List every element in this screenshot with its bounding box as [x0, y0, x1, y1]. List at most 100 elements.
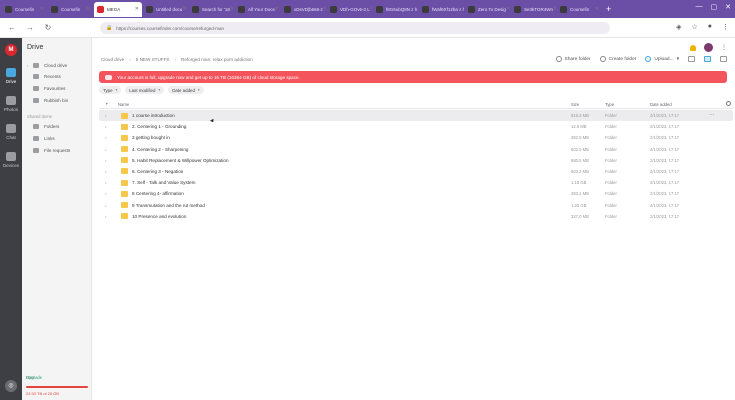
table-row[interactable]: • 8 Centering 4- affirmation 383.1 MB Folde… [99, 188, 733, 199]
sidebar-item-rubbish-bin[interactable]: Rubbish bin [27, 98, 68, 103]
close-tab-icon[interactable]: ✕ [506, 6, 510, 12]
drag-handle-icon[interactable]: • [105, 135, 106, 140]
new-tab-icon[interactable]: + [606, 4, 611, 14]
rail-item-chat[interactable]: Chat [0, 124, 22, 140]
file-name[interactable]: 4. Centering 2 - Sharpening [132, 147, 188, 152]
browser-tab[interactable]: Coursefin ✕ [48, 2, 93, 17]
table-row[interactable]: • 1 course introduction 918.3 MB Folder 2/1/… [99, 110, 733, 122]
file-name[interactable]: 10 Presence and evolution [132, 214, 186, 219]
table-row[interactable]: • 4. Centering 2 - Sharpening 502.5 MB Fold… [99, 144, 733, 155]
column-size[interactable]: Size [571, 102, 579, 107]
table-row[interactable]: • 7. Self - Talk and Value System 1.15 GB F… [99, 177, 733, 188]
chevron-right-icon[interactable]: › [27, 63, 31, 68]
list-view-icon[interactable] [704, 56, 711, 62]
bookmark-icon[interactable]: ☆ [691, 23, 697, 31]
table-row[interactable]: • 10 Presence and evolution 327.0 MB Folder… [99, 211, 733, 222]
close-tab-icon[interactable]: ✕ [40, 6, 44, 12]
browser-tab[interactable]: Coursefin ✕ [557, 2, 602, 17]
close-tab-icon[interactable]: ✕ [323, 6, 326, 12]
filter-type[interactable]: Type ▾ [99, 86, 122, 94]
upload-button[interactable]: Upload... ▾ [645, 56, 679, 62]
drag-handle-icon[interactable]: • [105, 180, 106, 185]
browser-tab[interactable]: Se3kTGR4Wn ✕ [511, 2, 556, 17]
gear-icon[interactable] [726, 101, 731, 106]
table-row[interactable]: • 2. Centering 1 - Grounding 12.9 MB Folder… [99, 121, 733, 132]
forward-icon[interactable]: → [24, 23, 36, 32]
close-window-icon[interactable]: ✕ [725, 3, 731, 11]
browser-tab[interactable]: xDsVD|b666-z ✕ [281, 2, 326, 17]
sidebar-item-recents[interactable]: Recents [27, 74, 61, 79]
browser-tab[interactable]: All Your Docs ✕ [235, 2, 280, 17]
table-row[interactable]: • 5. Habit Replacement & Willpower Optimi… [99, 155, 733, 166]
browser-tab[interactable]: fWaf6Xf12ba z h ✕ [419, 2, 464, 17]
minimize-icon[interactable]: — [696, 3, 703, 11]
browser-tab[interactable]: Untitled docu ✕ [143, 2, 188, 17]
breadcrumb-item[interactable]: Reforged man: relax porn addiction [181, 57, 253, 62]
close-tab-icon[interactable]: ✕ [553, 6, 556, 12]
close-tab-icon[interactable]: ✕ [230, 6, 234, 12]
drag-handle-icon[interactable]: • [105, 203, 106, 208]
browser-tab[interactable]: Coursefin ✕ [2, 2, 47, 17]
column-date-added[interactable]: Date added [650, 102, 672, 107]
browser-tab[interactable]: f8G6ubQ8N z h✕ [373, 2, 418, 17]
browser-menu-icon[interactable]: ⋮ [722, 23, 729, 31]
address-bar[interactable]: 🔒 https://courses.coursefinder.com/cours… [100, 22, 610, 34]
more-menu-icon[interactable]: ⋮ [721, 44, 727, 51]
close-tab-icon[interactable]: ✕ [275, 6, 279, 12]
drag-handle-icon[interactable]: • [105, 113, 106, 118]
file-name[interactable]: 6. Centering 3 - Negation [132, 169, 183, 174]
sidebar-item-folders[interactable]: Folders [27, 124, 59, 129]
browser-tab[interactable]: Zero To Desig ✕ [465, 2, 510, 17]
table-row[interactable]: • 6. Centering 3 - Negation 503.2 MB Folder… [99, 166, 733, 177]
drag-handle-icon[interactable]: • [105, 214, 106, 219]
drag-handle-icon[interactable]: • [105, 169, 106, 174]
rail-item-drive[interactable]: Drive [0, 68, 22, 84]
file-name[interactable]: 3 getting bought in [132, 135, 170, 140]
sidebar-item-links[interactable]: Links [27, 136, 55, 141]
upgrade-link[interactable]: Upgrade [26, 375, 42, 380]
table-row[interactable]: • 3 getting bought in 382.5 MB Folder 2/1/20… [99, 132, 733, 143]
close-tab-icon[interactable]: ✕ [595, 6, 599, 12]
grid-view-icon[interactable] [720, 56, 727, 62]
notification-bell-icon[interactable] [690, 44, 696, 51]
mega-logo-icon[interactable]: M [5, 44, 17, 56]
row-more-icon[interactable]: ··· [709, 112, 714, 118]
profile-icon[interactable]: ● [708, 23, 712, 31]
file-name[interactable]: 2. Centering 1 - Grounding [132, 124, 186, 129]
column-name[interactable]: Name [118, 102, 129, 107]
browser-tab[interactable]: MEGA ✕ [94, 1, 142, 17]
breadcrumb-item[interactable]: Cloud drive [101, 57, 124, 62]
close-tab-icon[interactable]: ✕ [86, 6, 90, 12]
drag-handle-icon[interactable]: • [105, 191, 106, 196]
filter-date-added[interactable]: Date added ▾ [168, 86, 204, 94]
extensions-icon[interactable]: ◈ [676, 23, 681, 31]
table-row[interactable]: • 9 Transmutation and the rut method 1.25 … [99, 200, 733, 211]
drag-handle-icon[interactable]: • [105, 147, 106, 152]
rail-item-photos[interactable]: Photos [0, 96, 22, 112]
drag-handle-icon[interactable]: • [105, 158, 106, 163]
create-folder-button[interactable]: Create folder [599, 56, 636, 62]
share-folder-button[interactable]: Share folder [555, 56, 591, 62]
maximize-icon[interactable]: ▢ [711, 3, 718, 11]
browser-tab[interactable]: VDh-GOv6-2 L ✕ [327, 2, 372, 17]
sidebar-item-cloud-drive[interactable]: › Cloud drive [27, 63, 67, 68]
column-type[interactable]: Type [605, 102, 614, 107]
file-name[interactable]: 9 Transmutation and the rut method [132, 203, 205, 208]
close-tab-icon[interactable]: ✕ [182, 6, 186, 12]
sidebar-item-favourites[interactable]: Favourites [27, 86, 65, 91]
rail-item-devices[interactable]: Devices [0, 152, 22, 168]
browser-tab[interactable]: Search for '18 ✕ [189, 2, 234, 17]
sort-icon[interactable]: ▼ [105, 102, 108, 106]
file-name[interactable]: 5. Habit Replacement & Willpower Optimiz… [132, 158, 229, 163]
filter-last-modified[interactable]: Last modified ▾ [125, 86, 165, 94]
close-tab-icon[interactable]: ✕ [370, 6, 372, 12]
close-tab-icon[interactable]: ✕ [135, 6, 139, 12]
file-name[interactable]: 7. Self - Talk and Value System [132, 180, 195, 185]
account-icon[interactable]: ◎ [5, 380, 17, 392]
file-name[interactable]: 1 course introduction [132, 113, 175, 118]
drag-handle-icon[interactable]: • [105, 124, 106, 129]
breadcrumb-item[interactable]: 5 NEW STUFFS [136, 57, 170, 62]
sidebar-item-file-requests[interactable]: File requests [27, 148, 70, 153]
media-view-icon[interactable] [688, 56, 695, 62]
storage-full-alert[interactable]: Your account is full, upgrade now and ge… [99, 71, 727, 83]
